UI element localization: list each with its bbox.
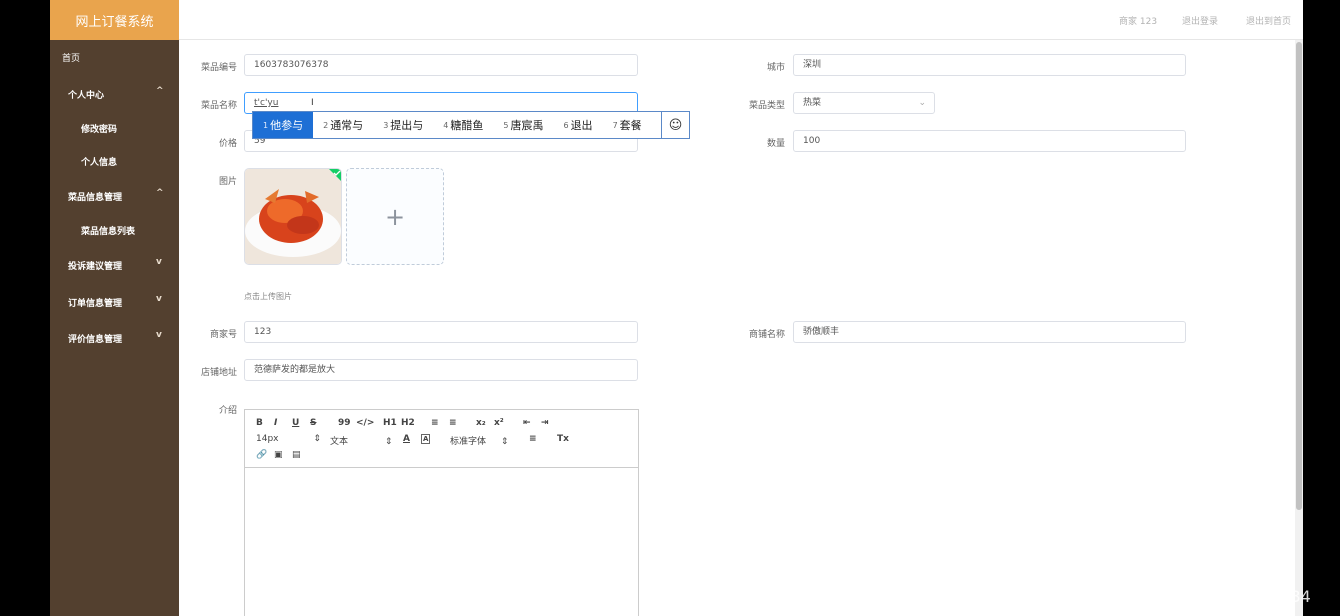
strike-button[interactable]: S	[310, 418, 316, 428]
sidebar-item-personal-center[interactable]: 个人中心 ^	[68, 86, 164, 101]
ime-candidate[interactable]: 3 提出与	[373, 112, 433, 138]
superscript-button[interactable]: x²	[494, 418, 504, 428]
sidebar-item-label: 投诉建议管理	[68, 262, 123, 272]
sidebar-item-dish-management[interactable]: 菜品信息管理 ^	[68, 188, 164, 203]
sidebar: 网上订餐系统 首页 个人中心 ^ 修改密码 个人信息 菜品信息管理 ^ 菜品信息…	[50, 0, 179, 616]
ime-candidate[interactable]: 2 通常与	[313, 112, 373, 138]
text-cursor-icon: I	[311, 98, 314, 108]
code-block-button[interactable]: </>	[356, 418, 374, 428]
ime-composition-text: t'c'yu	[254, 98, 279, 108]
sidebar-item-change-password[interactable]: 修改密码	[81, 122, 117, 135]
image-label: 图片	[218, 177, 237, 187]
updown-icon: ⇕	[313, 434, 321, 444]
rich-text-editor[interactable]: B I U S 99 </> H1 H2 ≡ ≡ x₂ x² ⇤ ⇥ 14px …	[244, 409, 639, 616]
video-icon[interactable]: ▤	[292, 450, 301, 460]
subscript-button[interactable]: x₂	[476, 418, 486, 428]
intro-label: 介绍	[218, 406, 237, 416]
font-family-select[interactable]: 标准字体 ⇕	[450, 434, 508, 447]
upload-hint: 点击上传图片	[244, 292, 292, 301]
city-field[interactable]: 深圳	[793, 54, 1186, 76]
chevron-down-icon: ⌄	[918, 98, 926, 108]
shop-name-field[interactable]: 骄傲顺丰	[793, 321, 1186, 343]
chevron-down-icon: v	[156, 257, 162, 267]
editor-toolbar: B I U S 99 </> H1 H2 ≡ ≡ x₂ x² ⇤ ⇥ 14px …	[245, 410, 638, 468]
bullet-list-button[interactable]: ≡	[449, 418, 457, 428]
sidebar-item-label: 首页	[62, 54, 81, 64]
dish-name-label: 菜品名称	[200, 101, 237, 111]
emoji-icon[interactable]: ☺	[661, 112, 689, 138]
image-icon[interactable]: ▣	[274, 450, 283, 460]
back-home-link[interactable]: 退出到首页	[1246, 14, 1291, 27]
sidebar-item-label: 个人中心	[68, 91, 105, 101]
scrollbar-thumb[interactable]	[1296, 42, 1302, 510]
plus-icon: +	[384, 202, 406, 231]
sidebar-item-orders[interactable]: 订单信息管理 v	[68, 294, 162, 309]
dish-type-value: 热菜	[803, 98, 822, 108]
sidebar-item-dish-list[interactable]: 菜品信息列表	[81, 224, 135, 237]
updown-icon: ⇕	[384, 437, 393, 447]
sidebar-item-label: 菜品信息列表	[81, 227, 136, 237]
heading2-button[interactable]: H2	[401, 418, 415, 428]
sidebar-item-label: 个人信息	[81, 158, 118, 168]
ime-candidate[interactable]: 6 退出	[553, 112, 602, 138]
app-window: 网上订餐系统 首页 个人中心 ^ 修改密码 个人信息 菜品信息管理 ^ 菜品信息…	[50, 0, 1303, 616]
bold-button[interactable]: B	[256, 418, 263, 428]
quantity-field[interactable]: 100	[793, 130, 1186, 152]
sidebar-item-label: 菜品信息管理	[68, 193, 123, 203]
city-label: 城市	[766, 63, 785, 73]
indent-button[interactable]: ⇥	[541, 418, 549, 428]
chevron-up-icon: ^	[156, 86, 164, 96]
align-button[interactable]: ≡	[529, 434, 537, 444]
top-header: 商家 123 退出登录 退出到首页	[179, 0, 1303, 40]
sidebar-item-complaints[interactable]: 投诉建议管理 v	[68, 257, 162, 272]
ime-candidate[interactable]: 4 糖醋鱼	[433, 112, 493, 138]
price-label: 价格	[218, 139, 237, 149]
sidebar-item-personal-info[interactable]: 个人信息	[81, 155, 117, 168]
ime-candidate[interactable]: 5 唐宸禹	[493, 112, 553, 138]
quantity-label: 数量	[766, 139, 785, 149]
text-type-select[interactable]: 文本 ⇕	[330, 434, 392, 447]
outdent-button[interactable]: ⇤	[523, 418, 531, 428]
logout-link[interactable]: 退出登录	[1182, 14, 1218, 27]
sidebar-item-home[interactable]: 首页	[62, 51, 80, 64]
sidebar-item-reviews[interactable]: 评价信息管理 v	[68, 330, 162, 345]
ime-candidate[interactable]: 1 他参与	[253, 112, 314, 138]
dish-type-label: 菜品类型	[748, 101, 785, 111]
heading1-button[interactable]: H1	[383, 418, 397, 428]
blockquote-button[interactable]: 99	[338, 418, 351, 428]
background-color-button[interactable]: A	[421, 434, 431, 444]
font-color-button[interactable]: A	[403, 434, 410, 444]
sidebar-item-label: 评价信息管理	[68, 335, 123, 345]
ime-candidate[interactable]: 7 套餐	[603, 112, 652, 138]
dish-image-thumbnail[interactable]	[244, 168, 342, 265]
clear-format-button[interactable]: Tx	[557, 434, 569, 444]
merchant-no-field[interactable]: 123	[244, 321, 638, 343]
dish-type-select[interactable]: 热菜 ⌄	[793, 92, 935, 114]
font-size-select[interactable]: 14px ⇕	[256, 434, 321, 444]
merchant-no-label: 商家号	[209, 330, 237, 340]
shop-name-label: 商铺名称	[748, 330, 785, 340]
chevron-down-icon: v	[156, 330, 162, 340]
dish-no-field[interactable]: 1603783076378	[244, 54, 638, 76]
dish-photo	[245, 169, 341, 264]
address-label: 店铺地址	[200, 368, 237, 378]
chevron-up-icon: ^	[156, 188, 164, 198]
watermark: CSDN @qq_3306428634	[1114, 587, 1311, 606]
link-icon[interactable]: 🔗	[256, 450, 267, 460]
app-title: 网上订餐系统	[50, 0, 179, 40]
address-field[interactable]: 范德萨发的都是放大	[244, 359, 638, 381]
ordered-list-button[interactable]: ≡	[431, 418, 439, 428]
chevron-down-icon: v	[156, 294, 162, 304]
updown-icon: ⇕	[500, 437, 509, 447]
current-user: 商家 123	[1119, 17, 1158, 27]
underline-button[interactable]: U	[292, 418, 299, 428]
italic-button[interactable]: I	[274, 418, 277, 428]
image-upload-button[interactable]: +	[346, 168, 444, 265]
dish-no-label: 菜品编号	[200, 63, 237, 73]
sidebar-item-label: 订单信息管理	[68, 299, 123, 309]
ime-candidate-bar: 1 他参与 2 通常与 3 提出与 4 糖醋鱼 5 唐宸禹 6 退出 7 套餐 ☺	[252, 111, 690, 139]
sidebar-item-label: 修改密码	[81, 125, 118, 135]
